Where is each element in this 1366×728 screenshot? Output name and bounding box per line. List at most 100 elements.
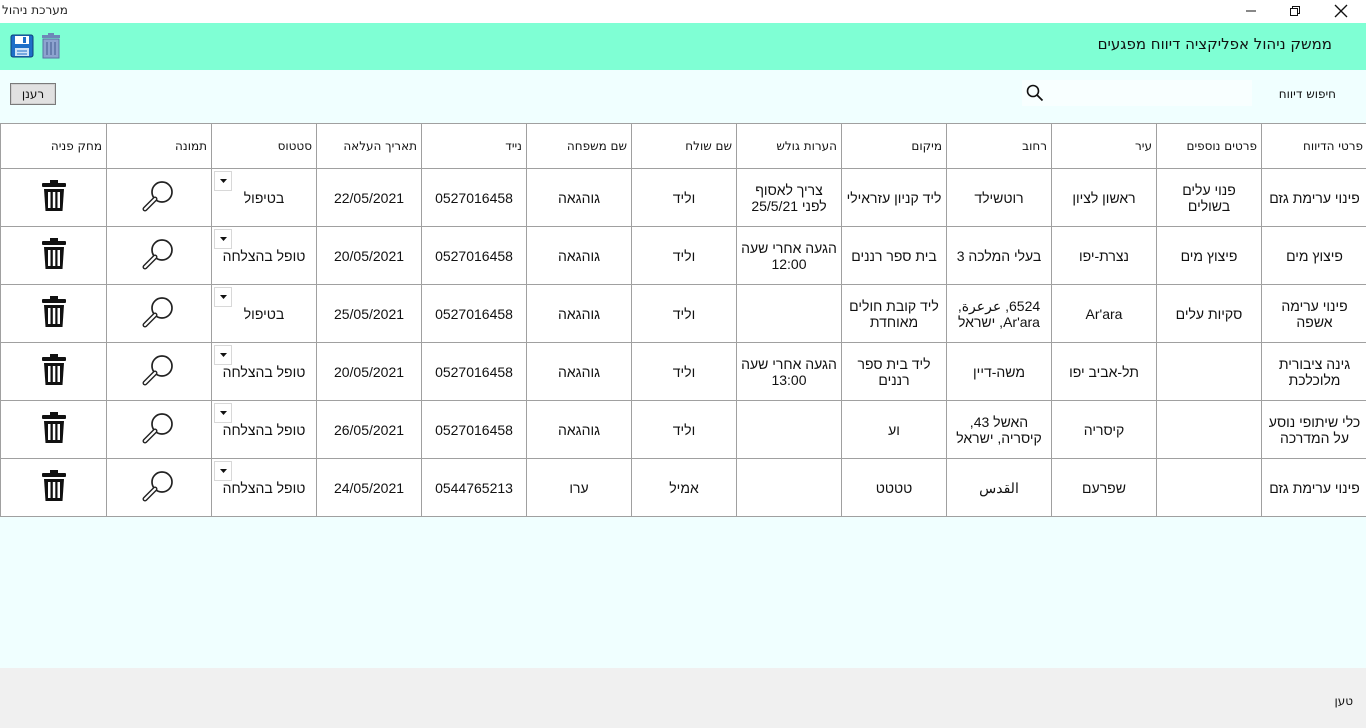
cell-city: קיסריה bbox=[1051, 400, 1157, 459]
title-bar: מערכת ניהול bbox=[0, 0, 1366, 23]
magnifier-icon bbox=[142, 181, 173, 212]
image-view-button[interactable] bbox=[106, 400, 212, 459]
chevron-down-icon[interactable] bbox=[214, 287, 232, 307]
column-header[interactable]: הערות גולש bbox=[736, 123, 842, 169]
cell-details: פינוי ערימת גזם bbox=[1261, 458, 1366, 517]
delete-icon bbox=[41, 180, 66, 211]
table-row[interactable]: פינוי ערימת גזם שפרעם القدس טטטט אמיל ער… bbox=[0, 458, 1366, 517]
cell-last-name: גוהגאה bbox=[526, 284, 632, 343]
table-row[interactable]: כלי שיתופי נוסע על המדרכה קיסריה האשל 43… bbox=[0, 400, 1366, 459]
status-dropdown[interactable]: טופל בהצלחה bbox=[211, 458, 317, 517]
cell-notes: הגעה אחרי שעה 13:00 bbox=[736, 342, 842, 401]
status-value: טופל בהצלחה bbox=[222, 421, 306, 438]
table-row[interactable]: פינוי ערימה אשפה סקיות עלים Ar'ara 6524,… bbox=[0, 284, 1366, 343]
cell-details: גינה ציבורית מלוכלכת bbox=[1261, 342, 1366, 401]
cell-first-name: וליד bbox=[631, 400, 737, 459]
delete-request-button[interactable] bbox=[0, 458, 107, 517]
delete-request-button[interactable] bbox=[0, 342, 107, 401]
image-view-button[interactable] bbox=[106, 284, 212, 343]
main-content: רענן חיפוש דיווח פרטי הדיווח פרטים נוספי… bbox=[0, 70, 1366, 668]
cell-details: פיצוץ מים bbox=[1261, 226, 1366, 285]
status-value: טופל בהצלחה bbox=[222, 479, 306, 496]
cell-city: שפרעם bbox=[1051, 458, 1157, 517]
magnifier-icon bbox=[142, 297, 173, 328]
window-title: מערכת ניהול bbox=[2, 3, 68, 17]
column-header[interactable]: פרטי הדיווח bbox=[1261, 123, 1366, 169]
save-icon[interactable] bbox=[10, 33, 34, 59]
magnifier-icon bbox=[142, 471, 173, 502]
cell-first-name: וליד bbox=[631, 168, 737, 227]
image-view-button[interactable] bbox=[106, 342, 212, 401]
column-header[interactable]: רחוב bbox=[946, 123, 1052, 169]
status-value: טופל בהצלחה bbox=[222, 363, 306, 380]
refresh-button[interactable]: רענן bbox=[10, 83, 56, 105]
cell-first-name: אמיל bbox=[631, 458, 737, 517]
cell-extra bbox=[1156, 458, 1262, 517]
status-dropdown[interactable]: טופל בהצלחה bbox=[211, 342, 317, 401]
cell-date: 25/05/2021 bbox=[316, 284, 422, 343]
cell-phone: 0527016458 bbox=[421, 168, 527, 227]
cell-street: 6524, عرعرة, Ar'ara, ישראל bbox=[946, 284, 1052, 343]
table-row[interactable]: פיצוץ מים פיצוץ מים נצרת-יפו בעלי המלכה … bbox=[0, 226, 1366, 285]
restore-button[interactable] bbox=[1272, 0, 1318, 22]
reports-table: פרטי הדיווח פרטים נוספים עיר רחוב מיקום … bbox=[0, 123, 1366, 517]
chevron-down-icon[interactable] bbox=[214, 403, 232, 423]
column-header[interactable]: שם שולח bbox=[631, 123, 737, 169]
chevron-down-icon[interactable] bbox=[214, 229, 232, 249]
cell-location: טטטט bbox=[841, 458, 947, 517]
cell-street: בעלי המלכה 3 bbox=[946, 226, 1052, 285]
status-dropdown[interactable]: טופל בהצלחה bbox=[211, 226, 317, 285]
cell-date: 22/05/2021 bbox=[316, 168, 422, 227]
column-header[interactable]: עיר bbox=[1051, 123, 1157, 169]
column-header[interactable]: תאריך העלאה bbox=[316, 123, 422, 169]
column-header[interactable]: נייד bbox=[421, 123, 527, 169]
status-dropdown[interactable]: טופל בהצלחה bbox=[211, 400, 317, 459]
cell-notes bbox=[736, 400, 842, 459]
search-box bbox=[1022, 80, 1252, 106]
delete-request-button[interactable] bbox=[0, 168, 107, 227]
cell-last-name: ערו bbox=[526, 458, 632, 517]
close-button[interactable] bbox=[1318, 0, 1364, 22]
table-row[interactable]: פינוי ערימת גזם פנוי עלים בשולים ראשון ל… bbox=[0, 168, 1366, 227]
cell-last-name: גוהגאה bbox=[526, 168, 632, 227]
cell-details: פינוי ערימה אשפה bbox=[1261, 284, 1366, 343]
cell-extra: פנוי עלים בשולים bbox=[1156, 168, 1262, 227]
chevron-down-icon[interactable] bbox=[214, 461, 232, 481]
minimize-button[interactable] bbox=[1228, 0, 1274, 22]
column-header[interactable]: שם משפחה bbox=[526, 123, 632, 169]
delete-request-button[interactable] bbox=[0, 400, 107, 459]
image-view-button[interactable] bbox=[106, 168, 212, 227]
delete-request-button[interactable] bbox=[0, 284, 107, 343]
cell-location: ליד בית ספר רננים bbox=[841, 342, 947, 401]
cell-city: נצרת-יפו bbox=[1051, 226, 1157, 285]
image-view-button[interactable] bbox=[106, 226, 212, 285]
trash-icon[interactable] bbox=[40, 33, 64, 59]
column-header[interactable]: סטטוס bbox=[211, 123, 317, 169]
cell-street: רוטשילד bbox=[946, 168, 1052, 227]
cell-extra: סקיות עלים bbox=[1156, 284, 1262, 343]
cell-street: האשל 43, קיסריה, ישראל bbox=[946, 400, 1052, 459]
delete-request-button[interactable] bbox=[0, 226, 107, 285]
chevron-down-icon[interactable] bbox=[214, 171, 232, 191]
image-view-button[interactable] bbox=[106, 458, 212, 517]
column-header[interactable]: מחק פניה bbox=[0, 123, 107, 169]
cell-location: ליד קובת חולים מאוחדת bbox=[841, 284, 947, 343]
status-dropdown[interactable]: בטיפול bbox=[211, 168, 317, 227]
status-value: בטיפול bbox=[243, 305, 285, 322]
column-header[interactable]: תמונה bbox=[106, 123, 212, 169]
status-dropdown[interactable]: בטיפול bbox=[211, 284, 317, 343]
cell-notes: הגעה אחרי שעה 12:00 bbox=[736, 226, 842, 285]
cell-date: 24/05/2021 bbox=[316, 458, 422, 517]
chevron-down-icon[interactable] bbox=[214, 345, 232, 365]
cell-details: כלי שיתופי נוסע על המדרכה bbox=[1261, 400, 1366, 459]
column-header[interactable]: פרטים נוספים bbox=[1156, 123, 1262, 169]
status-value: בטיפול bbox=[243, 189, 285, 206]
search-icon[interactable] bbox=[1026, 84, 1044, 102]
cell-city: תל-אביב יפו bbox=[1051, 342, 1157, 401]
cell-first-name: וליד bbox=[631, 342, 737, 401]
cell-first-name: וליד bbox=[631, 284, 737, 343]
column-header[interactable]: מיקום bbox=[841, 123, 947, 169]
search-input[interactable] bbox=[1050, 82, 1250, 106]
delete-icon bbox=[41, 296, 66, 327]
table-row[interactable]: גינה ציבורית מלוכלכת תל-אביב יפו משה-דיי… bbox=[0, 342, 1366, 401]
